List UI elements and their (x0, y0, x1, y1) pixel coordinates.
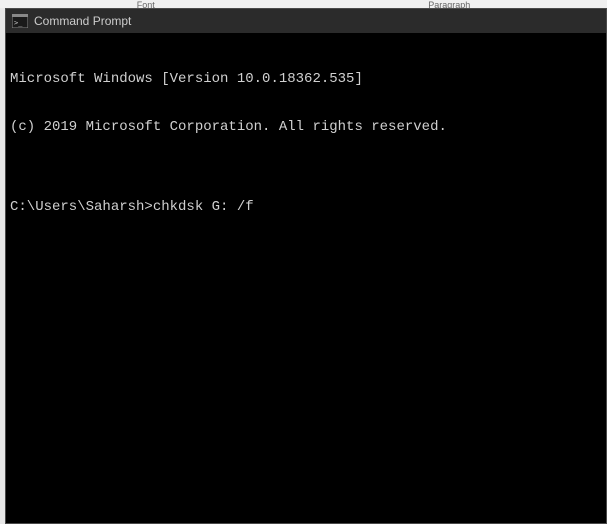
terminal-command-input[interactable]: chkdsk G: /f (153, 199, 254, 215)
svg-text:>_: >_ (14, 19, 23, 27)
window-title: Command Prompt (34, 9, 131, 33)
command-prompt-icon: >_ (12, 14, 28, 28)
terminal-prompt-line: C:\Users\Saharsh>chkdsk G: /f (10, 199, 602, 215)
command-prompt-window: >_ Command Prompt Microsoft Windows [Ver… (5, 8, 607, 524)
terminal-line: (c) 2019 Microsoft Corporation. All righ… (10, 119, 602, 135)
terminal-line: Microsoft Windows [Version 10.0.18362.53… (10, 71, 602, 87)
terminal-prompt: C:\Users\Saharsh> (10, 199, 153, 215)
window-titlebar[interactable]: >_ Command Prompt (6, 9, 606, 33)
background-app-ribbon: Font Paragraph (0, 0, 607, 8)
terminal-output-area[interactable]: Microsoft Windows [Version 10.0.18362.53… (6, 33, 606, 523)
